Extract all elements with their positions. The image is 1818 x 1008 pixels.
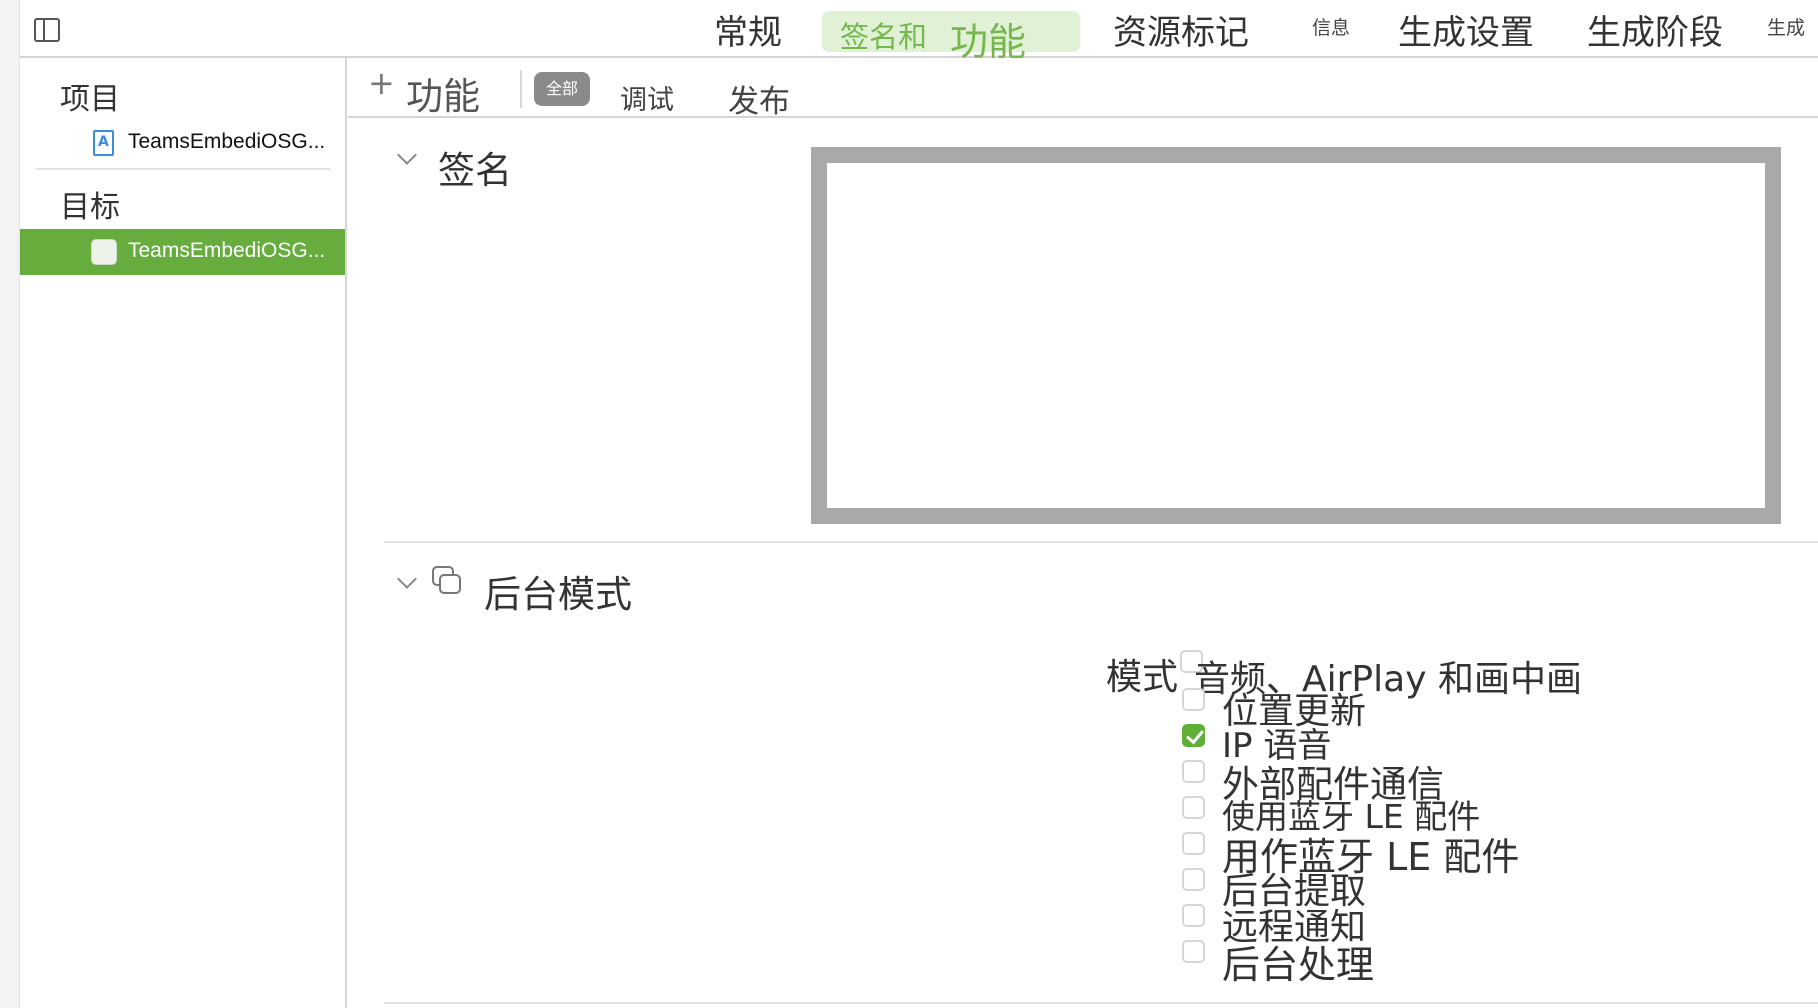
editor-tab-bar: 常规 签名和 功能 资源标记 信息 生成设置 生成阶段 生成 bbox=[20, 0, 1818, 64]
filter-debug-button[interactable]: 调试 bbox=[620, 78, 674, 117]
mode-checkbox[interactable] bbox=[1182, 868, 1205, 891]
mode-checkbox[interactable] bbox=[1182, 904, 1205, 927]
tab-signing-capabilities[interactable]: 签名和 功能 bbox=[822, 11, 1080, 64]
signing-content-area bbox=[811, 147, 1781, 524]
background-modes-title: 后台模式 bbox=[484, 573, 632, 616]
tab-build-settings[interactable]: 生成设置 bbox=[1398, 14, 1534, 52]
project-file-icon bbox=[93, 130, 114, 156]
tab-general[interactable]: 常规 bbox=[714, 14, 782, 52]
window-edge bbox=[0, 0, 20, 1008]
filter-release-button[interactable]: 发布 bbox=[728, 76, 790, 121]
tab-build-phases[interactable]: 生成阶段 bbox=[1587, 14, 1723, 52]
background-modes-icon bbox=[432, 566, 462, 596]
app-target-icon bbox=[91, 239, 117, 265]
section-divider bbox=[384, 1002, 1818, 1004]
sidebar-item-target[interactable]: TeamsEmbediOSG... bbox=[20, 229, 345, 275]
section-divider bbox=[384, 541, 1818, 543]
sidebar-item-label: TeamsEmbediOSG... bbox=[128, 130, 326, 153]
add-capability-button[interactable]: 功能 bbox=[406, 66, 480, 120]
sidebar-item-project[interactable]: TeamsEmbediOSG... bbox=[20, 120, 345, 166]
sidebar-divider bbox=[36, 168, 331, 170]
project-navigator: 项目 TeamsEmbediOSG... 目标 TeamsEmbediOSG..… bbox=[20, 58, 347, 1008]
capability-separator bbox=[520, 70, 522, 108]
tab-build-rules[interactable]: 生成 bbox=[1767, 16, 1805, 54]
signing-section-title: 签名 bbox=[438, 149, 512, 192]
tab-signing-label-part1: 签名和 bbox=[840, 20, 928, 54]
tab-info[interactable]: 信息 bbox=[1312, 16, 1350, 54]
mode-checkbox[interactable] bbox=[1182, 796, 1205, 819]
chevron-down-icon[interactable] bbox=[397, 145, 417, 165]
mode-checkbox[interactable] bbox=[1182, 688, 1205, 711]
mode-checkbox-checked[interactable] bbox=[1182, 724, 1205, 747]
mode-label: 后台处理 bbox=[1222, 943, 1375, 987]
capability-bar: + 功能 全部 调试 发布 bbox=[348, 58, 1818, 121]
mode-checkbox[interactable] bbox=[1182, 832, 1205, 855]
targets-heading: 目标 bbox=[60, 190, 120, 225]
tab-resource-tags[interactable]: 资源标记 bbox=[1113, 14, 1249, 52]
sidebar-toggle-icon[interactable] bbox=[34, 18, 60, 42]
filter-all-button[interactable]: 全部 bbox=[534, 72, 590, 106]
project-heading: 项目 bbox=[60, 82, 120, 117]
add-capability-icon[interactable]: + bbox=[368, 64, 395, 102]
sidebar-item-label: TeamsEmbediOSG... bbox=[128, 239, 326, 262]
modes-label: 模式 bbox=[1106, 657, 1179, 698]
xcode-project-editor: 常规 签名和 功能 资源标记 信息 生成设置 生成阶段 生成 项目 TeamsE… bbox=[0, 0, 1818, 1008]
chevron-down-icon[interactable] bbox=[397, 569, 417, 589]
mode-checkbox[interactable] bbox=[1182, 940, 1205, 963]
mode-checkbox[interactable] bbox=[1182, 760, 1205, 783]
